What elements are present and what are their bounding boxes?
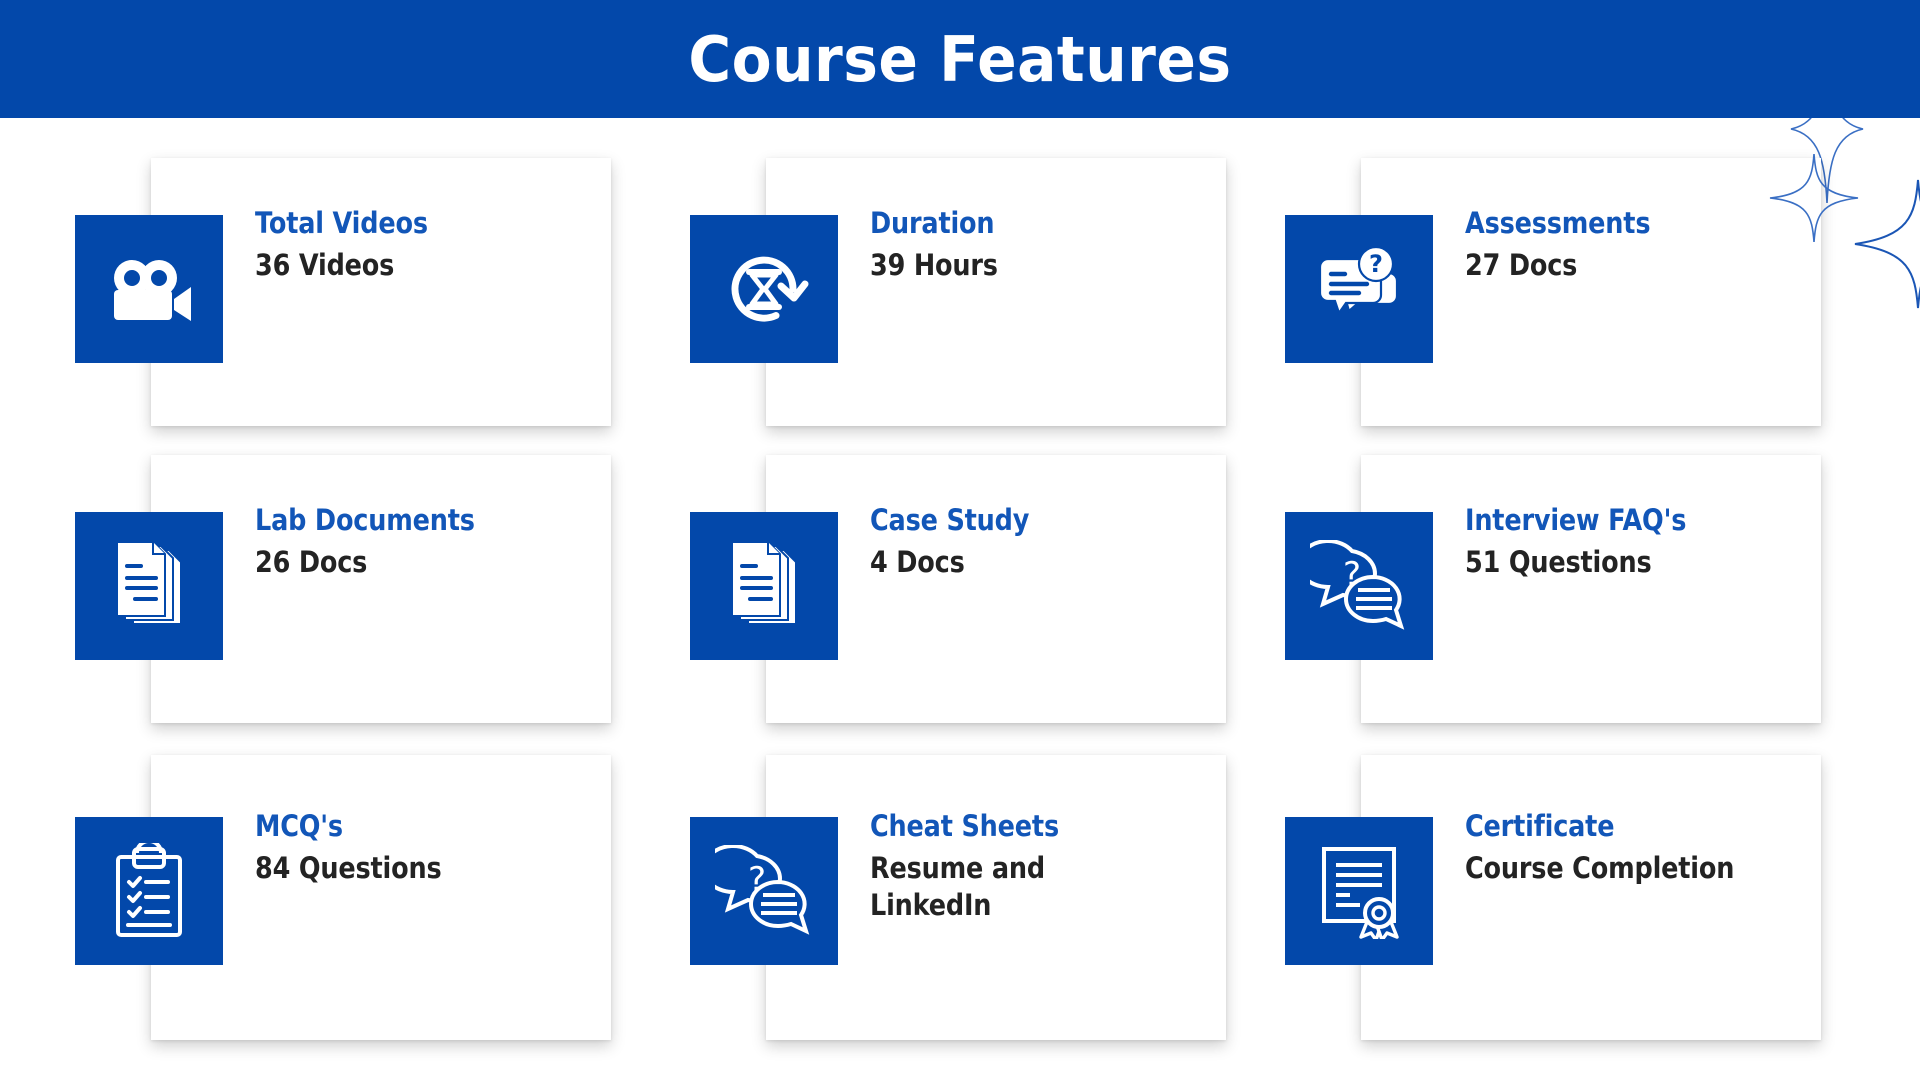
feature-value: 39 Hours <box>870 248 998 283</box>
assessment-chat-question-icon: ? <box>1285 215 1433 363</box>
hourglass-duration-icon <box>690 215 838 363</box>
feature-card-interview-faqs[interactable]: ? Interview FAQ's 51 Questions <box>1285 455 1821 723</box>
chat-bubbles-question-icon: ? <box>690 817 838 965</box>
feature-card-certificate[interactable]: Certificate Course Completion <box>1285 755 1821 1040</box>
card-text-block: Cheat Sheets Resume and LinkedIn <box>870 809 1208 923</box>
feature-value: 84 Questions <box>255 851 442 886</box>
feature-value: 4 Docs <box>870 545 965 580</box>
feature-title: Assessments <box>1465 206 1651 240</box>
page-title: Course Features <box>688 22 1232 96</box>
documents-stack-icon <box>75 512 223 660</box>
feature-title: Lab Documents <box>255 503 475 537</box>
page-header: Course Features <box>0 0 1920 118</box>
feature-title: Certificate <box>1465 809 1615 843</box>
card-text-block: Total Videos 36 Videos <box>255 206 593 284</box>
feature-card-cheat-sheets[interactable]: ? Cheat Sheets Resume and LinkedIn <box>690 755 1226 1040</box>
feature-value: Course Completion <box>1465 851 1735 886</box>
feature-value: 27 Docs <box>1465 248 1578 283</box>
svg-text:?: ? <box>1369 250 1383 278</box>
feature-card-mcqs[interactable]: MCQ's 84 Questions <box>75 755 611 1040</box>
course-features-grid: Total Videos 36 Videos Duration 39 Hours <box>0 118 1920 1080</box>
card-text-block: MCQ's 84 Questions <box>255 809 593 887</box>
card-text-block: Assessments 27 Docs <box>1465 206 1803 284</box>
card-text-block: Case Study 4 Docs <box>870 503 1208 581</box>
feature-card-total-videos[interactable]: Total Videos 36 Videos <box>75 158 611 426</box>
documents-stack-icon <box>690 512 838 660</box>
card-text-block: Interview FAQ's 51 Questions <box>1465 503 1803 581</box>
feature-value: 51 Questions <box>1465 545 1652 580</box>
chat-bubbles-question-icon: ? <box>1285 512 1433 660</box>
feature-value: 36 Videos <box>255 248 395 283</box>
feature-title: Duration <box>870 206 995 240</box>
feature-card-duration[interactable]: Duration 39 Hours <box>690 158 1226 426</box>
feature-title: Case Study <box>870 503 1030 537</box>
feature-value: 26 Docs <box>255 545 368 580</box>
video-camera-icon <box>75 215 223 363</box>
clipboard-checklist-icon <box>75 817 223 965</box>
certificate-ribbon-icon <box>1285 817 1433 965</box>
card-text-block: Certificate Course Completion <box>1465 809 1803 887</box>
card-text-block: Lab Documents 26 Docs <box>255 503 593 581</box>
card-text-block: Duration 39 Hours <box>870 206 1208 284</box>
feature-title: Cheat Sheets <box>870 809 1059 843</box>
feature-card-assessments[interactable]: ? Assessments 27 Docs <box>1285 158 1821 426</box>
feature-title: Total Videos <box>255 206 428 240</box>
feature-card-case-study[interactable]: Case Study 4 Docs <box>690 455 1226 723</box>
feature-card-lab-documents[interactable]: Lab Documents 26 Docs <box>75 455 611 723</box>
feature-value: Resume and LinkedIn <box>870 851 1046 922</box>
feature-title: Interview FAQ's <box>1465 503 1687 537</box>
feature-title: MCQ's <box>255 809 343 843</box>
